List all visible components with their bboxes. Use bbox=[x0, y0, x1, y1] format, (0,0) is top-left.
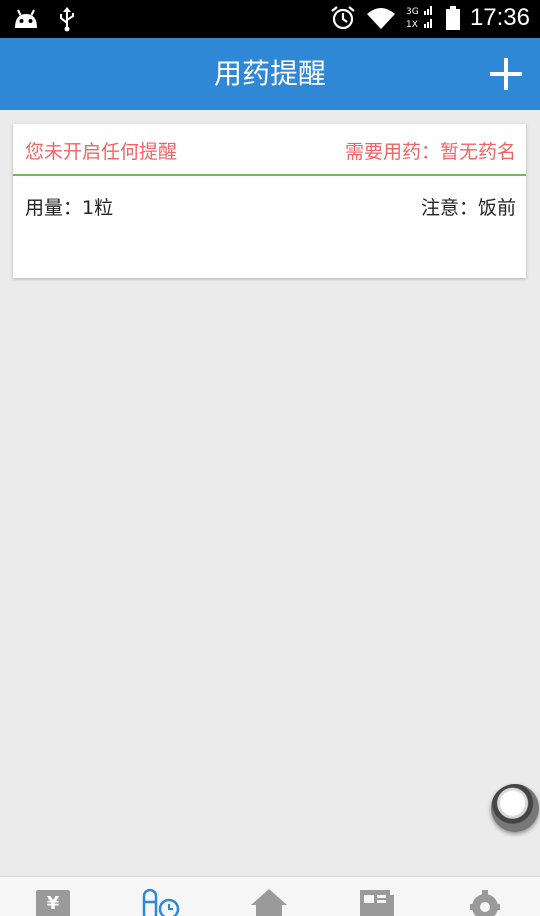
status-bar: 3G 1X 17:36 bbox=[0, 0, 540, 38]
battery-icon bbox=[445, 6, 460, 30]
android-icon bbox=[15, 9, 37, 28]
medicine-clock-icon[interactable] bbox=[142, 887, 182, 916]
signal-3g-icon: 3G 1X bbox=[406, 6, 432, 30]
reminder-card-header: 您未开启任何提醒 需要用药：暂无药名 bbox=[13, 124, 526, 176]
assistive-touch-icon[interactable] bbox=[491, 784, 539, 832]
gear-icon[interactable] bbox=[465, 887, 505, 916]
plus-icon[interactable] bbox=[486, 54, 526, 94]
dosage-text: 用量：1粒 bbox=[25, 197, 114, 219]
reminder-status-text: 您未开启任何提醒 bbox=[25, 141, 178, 163]
usb-icon bbox=[60, 7, 74, 32]
home-icon[interactable] bbox=[249, 887, 289, 916]
status-time: 17:36 bbox=[469, 4, 530, 31]
note-text: 注意：饭前 bbox=[420, 197, 516, 219]
yen-icon[interactable]: ¥ bbox=[33, 887, 73, 916]
svg-text:¥: ¥ bbox=[47, 893, 60, 914]
network-label-1x: 1X bbox=[406, 20, 418, 30]
app-bar: 用药提醒 bbox=[0, 38, 540, 110]
alarm-icon bbox=[331, 6, 355, 30]
wifi-icon bbox=[366, 8, 395, 29]
news-icon[interactable] bbox=[357, 887, 397, 916]
page-title: 用药提醒 bbox=[213, 57, 326, 90]
medicine-name-text: 需要用药：暂无药名 bbox=[344, 141, 516, 163]
reminder-card[interactable]: 您未开启任何提醒 需要用药：暂无药名 用量：1粒 注意：饭前 bbox=[13, 124, 526, 278]
network-label-3g: 3G bbox=[406, 7, 419, 17]
bottom-nav: ¥ bbox=[0, 876, 540, 916]
